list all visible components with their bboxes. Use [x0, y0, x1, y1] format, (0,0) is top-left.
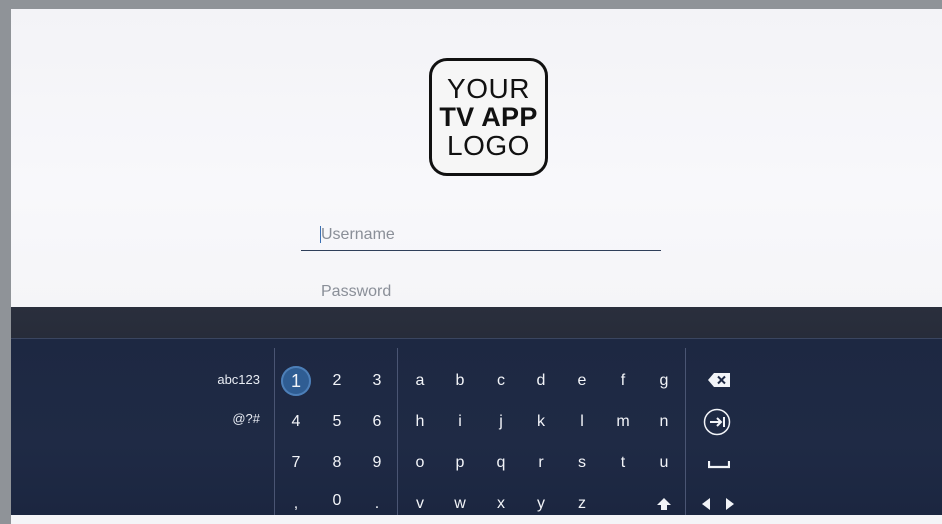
mode-abc123-key[interactable]: abc123: [200, 372, 260, 387]
key-s[interactable]: s: [567, 448, 597, 478]
username-field-wrapper: [301, 220, 661, 251]
key-9[interactable]: 9: [362, 448, 392, 478]
key-h[interactable]: h: [405, 407, 435, 437]
password-field-wrapper: [301, 277, 661, 307]
tab-next-key[interactable]: [702, 408, 732, 436]
key-z[interactable]: z: [567, 489, 597, 519]
cursor-right-key[interactable]: [720, 492, 740, 516]
key-u[interactable]: u: [649, 448, 679, 478]
on-screen-keyboard: [11, 338, 942, 515]
key-d[interactable]: d: [526, 366, 556, 396]
key-f[interactable]: f: [608, 366, 638, 396]
key-1[interactable]: 1: [281, 366, 311, 396]
key-j[interactable]: j: [486, 407, 516, 437]
space-icon: [708, 461, 730, 469]
key-b[interactable]: b: [445, 366, 475, 396]
key-e[interactable]: e: [567, 366, 597, 396]
key-v[interactable]: v: [405, 489, 435, 519]
key-n[interactable]: n: [649, 407, 679, 437]
key-c[interactable]: c: [486, 366, 516, 396]
key-2[interactable]: 2: [322, 366, 352, 396]
key-r[interactable]: r: [526, 448, 556, 478]
key-6[interactable]: 6: [362, 407, 392, 437]
key-period[interactable]: .: [362, 489, 392, 519]
key-a[interactable]: a: [405, 366, 435, 396]
keyboard-divider-1: [274, 348, 275, 515]
key-7[interactable]: 7: [281, 448, 311, 478]
username-input[interactable]: [301, 220, 661, 250]
shift-icon: [657, 498, 671, 510]
key-w[interactable]: w: [445, 489, 475, 519]
key-o[interactable]: o: [405, 448, 435, 478]
text-caret: [320, 226, 321, 243]
key-4[interactable]: 4: [281, 407, 311, 437]
key-k[interactable]: k: [526, 407, 556, 437]
app-logo: YOUR TV APP LOGO: [429, 58, 548, 176]
shift-key[interactable]: [649, 492, 679, 516]
key-x[interactable]: x: [486, 489, 516, 519]
key-5[interactable]: 5: [322, 407, 352, 437]
key-p[interactable]: p: [445, 448, 475, 478]
password-input[interactable]: [301, 277, 661, 307]
cursor-left-icon: [702, 498, 710, 510]
key-m[interactable]: m: [608, 407, 638, 437]
cursor-right-icon: [726, 498, 734, 510]
tab-next-icon: [703, 408, 731, 436]
backspace-icon: [708, 373, 730, 387]
key-3[interactable]: 3: [362, 366, 392, 396]
key-g[interactable]: g: [649, 366, 679, 396]
key-comma[interactable]: ,: [281, 489, 311, 519]
keyboard-divider-2: [397, 348, 398, 515]
logo-line-2: TV APP: [439, 101, 538, 132]
login-area: YOUR TV APP LOGO: [11, 9, 942, 307]
key-t[interactable]: t: [608, 448, 638, 478]
space-key[interactable]: [704, 452, 734, 476]
key-q[interactable]: q: [486, 448, 516, 478]
backspace-key[interactable]: [704, 368, 734, 392]
key-0[interactable]: 0: [322, 486, 352, 516]
key-y[interactable]: y: [526, 489, 556, 519]
logo-line-3: LOGO: [447, 129, 530, 161]
key-8[interactable]: 8: [322, 448, 352, 478]
key-i[interactable]: i: [445, 407, 475, 437]
logo-line-1: YOUR: [447, 72, 530, 104]
keyboard-top-border: [11, 338, 942, 339]
mode-symbols-key[interactable]: @?#: [200, 411, 260, 426]
keyboard-divider-3: [685, 348, 686, 515]
key-l[interactable]: l: [567, 407, 597, 437]
cursor-left-key[interactable]: [696, 492, 716, 516]
